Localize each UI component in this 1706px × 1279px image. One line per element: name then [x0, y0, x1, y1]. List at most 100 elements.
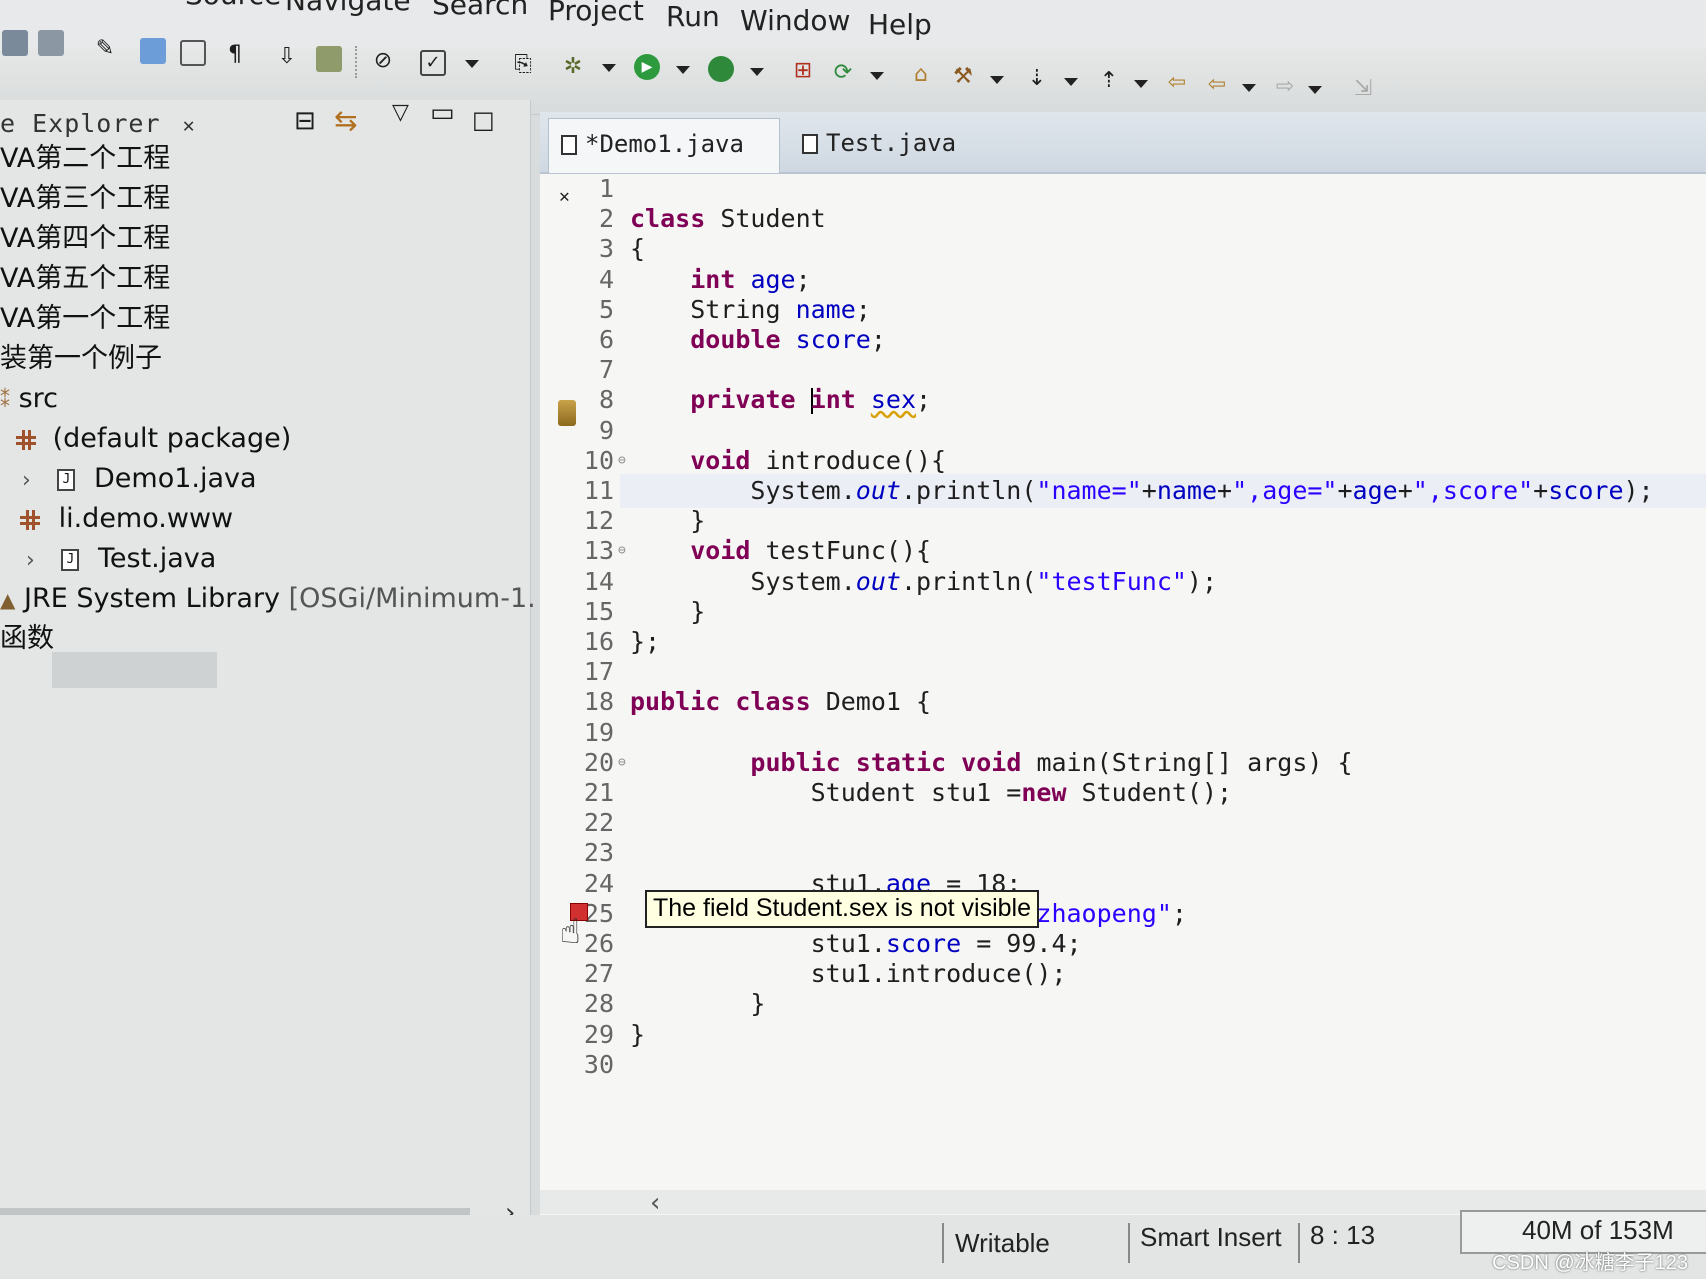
- menu-window[interactable]: Window: [740, 4, 850, 37]
- warning-marker-icon[interactable]: [558, 400, 576, 426]
- tree-item-project-2[interactable]: VA第二个工程: [0, 140, 170, 178]
- fold-toggle-icon[interactable]: ⊖: [618, 748, 626, 778]
- link-with-editor-icon[interactable]: ⇆: [334, 104, 357, 137]
- code-line[interactable]: 21 Student stu1 =new Student();: [540, 778, 1706, 808]
- forward-icon[interactable]: ⇨: [1272, 74, 1298, 100]
- external-dropdown-icon[interactable]: [750, 68, 764, 76]
- print-icon[interactable]: [38, 30, 64, 56]
- tree-item-functions[interactable]: 函数: [0, 620, 54, 658]
- mark-occurrences-icon[interactable]: [140, 38, 166, 64]
- open-type-icon[interactable]: ⌂: [908, 62, 934, 88]
- code-line[interactable]: 11 System.out.println("name="+name+",age…: [540, 476, 1706, 506]
- tree-item-project-3[interactable]: VA第三个工程: [0, 180, 170, 218]
- tree-item-project-5[interactable]: VA第五个工程: [0, 260, 170, 298]
- collapse-all-icon[interactable]: ⊟: [294, 106, 316, 136]
- code-line[interactable]: 14 System.out.println("testFunc");: [540, 567, 1706, 597]
- tree-item-project-4[interactable]: VA第四个工程: [0, 220, 170, 258]
- next-annotation-icon[interactable]: ⇩: [274, 44, 300, 70]
- code-line[interactable]: 2 class Student: [540, 204, 1706, 234]
- code-line[interactable]: 30: [540, 1050, 1706, 1080]
- tree-item-example-1[interactable]: 装第一个例子: [0, 340, 162, 378]
- code-line[interactable]: 8 private int sex;: [540, 385, 1706, 415]
- next-dropdown-icon[interactable]: [1064, 78, 1078, 86]
- code-line[interactable]: 4 int age;: [540, 265, 1706, 295]
- show-whitespace-icon[interactable]: ¶: [222, 42, 248, 68]
- toggle-breadcrumb-icon[interactable]: [316, 46, 342, 72]
- code-line[interactable]: 10 ⊖ void introduce(){: [540, 446, 1706, 476]
- tree-item-li-demo-www[interactable]: li.demo.www: [20, 500, 233, 538]
- code-line[interactable]: 6 double score;: [540, 325, 1706, 355]
- tab-test-java[interactable]: Test.java: [790, 118, 990, 172]
- skip-breakpoints-icon[interactable]: ⊘: [370, 48, 396, 74]
- tree-item-demo1-java[interactable]: › J Demo1.java: [22, 460, 257, 498]
- fold-toggle-icon[interactable]: ⊖: [618, 446, 626, 476]
- search-dropdown-icon[interactable]: [990, 76, 1004, 84]
- code-line[interactable]: 16};: [540, 627, 1706, 657]
- code-line[interactable]: 28 }: [540, 989, 1706, 1019]
- scroll-left-icon[interactable]: ‹: [650, 1188, 660, 1218]
- save-all-icon[interactable]: [2, 30, 28, 56]
- pin-icon[interactable]: ✎: [92, 36, 118, 62]
- code-line[interactable]: 20 ⊖ public static void main(String[] arg…: [540, 748, 1706, 778]
- previous-icon[interactable]: ⇡: [1096, 68, 1122, 94]
- tab-demo1-java[interactable]: *Demo1.java ✕: [548, 118, 780, 207]
- minimize-icon[interactable]: ▭: [430, 98, 455, 128]
- chevron-right-icon[interactable]: ›: [26, 542, 35, 580]
- fold-toggle-icon[interactable]: ⊖: [618, 536, 626, 566]
- checkbox-icon[interactable]: ✓: [420, 50, 446, 76]
- tree-item-project-1[interactable]: VA第一个工程: [0, 300, 170, 338]
- pin-editor-icon[interactable]: ⇲: [1350, 76, 1376, 102]
- code-line[interactable]: 13 ⊖ void testFunc(){: [540, 536, 1706, 566]
- code-area[interactable]: 1 2 class Student 3{4 int age; 5 String name…: [540, 174, 1706, 1174]
- new-class-dropdown-icon[interactable]: [870, 72, 884, 80]
- code-line[interactable]: 7: [540, 355, 1706, 385]
- close-icon[interactable]: ✕: [183, 113, 196, 137]
- chevron-down-icon[interactable]: [465, 60, 479, 68]
- code-line[interactable]: 17: [540, 657, 1706, 687]
- forward-dropdown-icon[interactable]: [1308, 86, 1322, 94]
- code-line[interactable]: 26 stu1.score = 99.4;: [540, 929, 1706, 959]
- code-line[interactable]: 1: [540, 174, 1706, 204]
- maximize-icon[interactable]: □: [472, 106, 495, 134]
- code-line[interactable]: 27 stu1.introduce();: [540, 959, 1706, 989]
- menu-navigate[interactable]: Navigate: [285, 0, 411, 17]
- new-class-icon[interactable]: ⟳: [830, 60, 856, 86]
- back-icon[interactable]: ⇦: [1204, 72, 1230, 98]
- run-icon[interactable]: ▶: [634, 54, 660, 80]
- code-line[interactable]: 19: [540, 718, 1706, 748]
- tree-item-test-java[interactable]: › J Test.java: [26, 540, 216, 578]
- code-line[interactable]: 9: [540, 416, 1706, 446]
- code-line[interactable]: 22: [540, 808, 1706, 838]
- search-icon[interactable]: ⚒: [950, 64, 976, 90]
- run-external-icon[interactable]: [708, 56, 734, 82]
- tree-item-default-package[interactable]: (default package): [16, 420, 291, 458]
- block-selection-icon[interactable]: [180, 40, 206, 66]
- view-menu-icon[interactable]: ▽: [392, 100, 409, 125]
- code-line[interactable]: 3{: [540, 234, 1706, 264]
- menu-source[interactable]: Source: [185, 0, 281, 11]
- debug-dropdown-icon[interactable]: [602, 64, 616, 72]
- previous-dropdown-icon[interactable]: [1134, 80, 1148, 88]
- code-line[interactable]: 18 public class Demo1 {: [540, 687, 1706, 717]
- last-edit-icon[interactable]: ⇦: [1164, 70, 1190, 96]
- menu-run[interactable]: Run: [666, 0, 720, 33]
- code-line[interactable]: 12 }: [540, 506, 1706, 536]
- tree-item-jre-library[interactable]: ▲ JRE System Library [OSGi/Minimum-1.: [0, 580, 536, 618]
- menu-help[interactable]: Help: [868, 8, 932, 41]
- line-number: 18: [583, 687, 614, 717]
- debug-icon[interactable]: ✲: [560, 54, 586, 80]
- code-line[interactable]: 5 String name;: [540, 295, 1706, 325]
- new-package-icon[interactable]: ⊞: [790, 58, 816, 84]
- code-line[interactable]: 29}: [540, 1020, 1706, 1050]
- chevron-right-icon[interactable]: ›: [22, 462, 31, 500]
- next-icon[interactable]: ⇣: [1024, 66, 1050, 92]
- code-line[interactable]: 15 }: [540, 597, 1706, 627]
- run-dropdown-icon[interactable]: [676, 66, 690, 74]
- back-dropdown-icon[interactable]: [1242, 84, 1256, 92]
- menu-search[interactable]: Search: [432, 0, 528, 21]
- code-line[interactable]: 23: [540, 838, 1706, 868]
- new-icon[interactable]: ⎘: [510, 52, 536, 78]
- tree-item-src[interactable]: ⁑ src: [0, 380, 58, 418]
- menu-project[interactable]: Project: [548, 0, 644, 27]
- code-text: System.out.println("name="+name+",age="+…: [630, 476, 1654, 505]
